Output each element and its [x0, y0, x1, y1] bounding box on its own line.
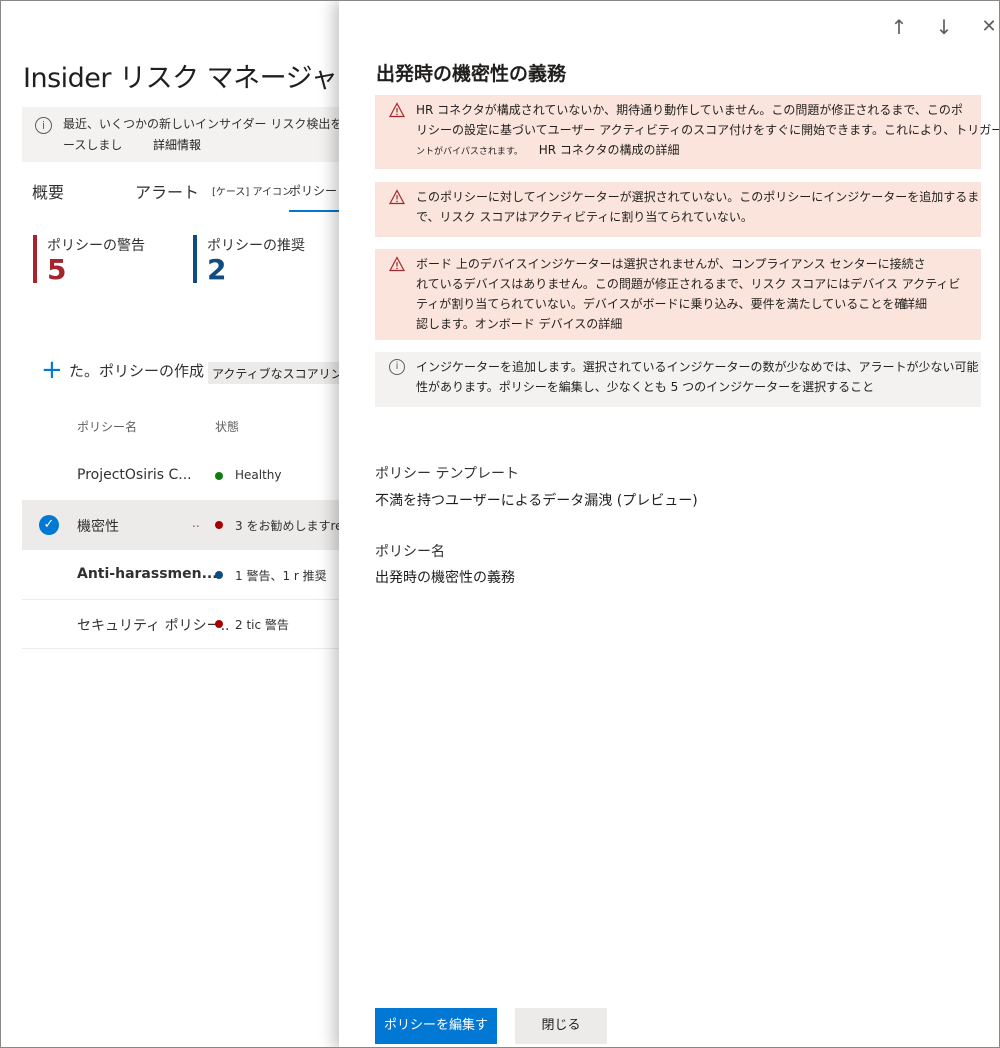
policy-template-label: ポリシー テンプレート — [375, 466, 520, 482]
tab-overview[interactable]: 概要 — [32, 179, 64, 203]
warning-icon — [389, 102, 405, 118]
policy-name-label: ポリシー名 — [375, 544, 445, 560]
policy-name: 機密性 — [77, 519, 119, 535]
arrow-down-icon[interactable]: ↓ — [930, 13, 958, 41]
warning-text: で、リスク スコアはアクティビティに割り当てられていない。 — [416, 210, 753, 224]
column-header-status[interactable]: 状態 — [215, 418, 239, 435]
kpi-bar — [193, 235, 197, 283]
policy-status: 1 警告、1 r 推奨 — [235, 569, 327, 583]
policy-name-value: 出発時の機密性の義務 — [375, 570, 515, 586]
warning-text: リシーの設定に基づいてユーザー アクティビティのスコア付けをすぐに開始できます。… — [416, 123, 1000, 137]
close-button[interactable]: 閉じる — [515, 1008, 607, 1044]
close-icon[interactable]: ✕ — [975, 13, 999, 41]
warning-text: このポリシーに対してインジケーターが選択されていない。このポリシーにインジケータ… — [416, 190, 980, 204]
warning-icon — [389, 189, 405, 205]
page-title: Insider リスク マネージャー — [23, 63, 364, 94]
device-learn-more-link[interactable]: 詳細 — [903, 294, 927, 314]
policy-name: Anti-harassmen... — [77, 566, 218, 582]
kpi-label: ポリシーの警告 — [47, 238, 145, 254]
learn-more-link[interactable]: 詳細情報 — [153, 136, 201, 153]
tab-selected-indicator — [289, 210, 341, 212]
tab-alerts[interactable]: アラート — [135, 179, 199, 203]
hr-connector-learn-more-link[interactable]: HR コネクタの構成の詳細 — [539, 143, 680, 157]
column-header-policy-name[interactable]: ポリシー名 — [77, 418, 137, 435]
kpi-bar — [33, 235, 37, 283]
insider-risk-page: Insider リスク マネージャー i 最近、いくつかの新しいインサイダー リ… — [1, 1, 423, 1047]
arrow-up-icon[interactable]: ↑ — [885, 13, 913, 41]
panel-title: 出発時の機密性の義務 — [376, 63, 567, 85]
warning-icon — [389, 256, 405, 272]
create-policy-label: た。ポリシーの作成 — [69, 362, 205, 380]
warning-text: ントがバイパスされます。 — [416, 147, 523, 157]
warning-text: れているデバイスはありません。この問題が修正されるまで、リスク スコアにはデバイ… — [416, 277, 961, 291]
status-dot — [215, 521, 223, 529]
policy-name: セキュリティ ポリシー.. — [77, 618, 230, 634]
kpi-value: 5 — [47, 253, 67, 286]
warning-device-indicators: ボード 上のデバイスインジケーターは選択されませんが、コンプライアンス センター… — [375, 249, 981, 340]
table-row-selected[interactable]: ✓ 機密性 .. 3 をお勧めしますrec — [22, 500, 349, 550]
info-banner-text: 最近、いくつかの新しいインサイダー リスク検出をリリ — [63, 117, 367, 131]
info-icon: i — [389, 359, 405, 375]
info-add-indicators: i インジケーターを追加します。選択されているインジケーターの数が少なめでは、ア… — [375, 352, 981, 407]
checkmark-icon[interactable]: ✓ — [39, 515, 59, 535]
tab-cases[interactable]: [ケース] アイコン — [212, 183, 292, 198]
tab-policies[interactable]: ポリシー — [289, 182, 337, 199]
info-text: 性があります。ポリシーを編集し、少なくとも 5 つのインジケーターを選択すること — [416, 380, 875, 394]
policy-details-panel: ↑ ↓ ✕ 出発時の機密性の義務 HR コネクタが構成されていないか、期待通り動… — [339, 1, 1000, 1047]
info-banner: i 最近、いくつかの新しいインサイダー リスク検出をリリ ースしまし 詳細情報 — [22, 107, 366, 162]
warning-text: ボード 上のデバイスインジケーターは選択されませんが、コンプライアンス センター… — [416, 257, 926, 271]
status-dot — [215, 571, 223, 579]
status-dot — [215, 620, 223, 628]
kpi-label: ポリシーの推奨 — [207, 238, 305, 254]
policy-template-value: 不満を持つユーザーによるデータ漏洩 (プレビュー) — [375, 493, 698, 509]
plus-icon: + — [41, 355, 63, 385]
edit-policy-button[interactable]: ポリシーを編集す — [375, 1008, 497, 1044]
warning-hr-connector: HR コネクタが構成されていないか、期待通り動作していません。この問題が修正され… — [375, 95, 1000, 169]
table-row[interactable]: ProjectOsiris C... Healthy — [22, 451, 342, 501]
policy-name: ProjectOsiris C... — [77, 467, 192, 483]
warning-text: ティが割り当てられていない。デバイスがボードに乗り込み、要件を満たしていることを… — [416, 297, 907, 311]
more-ellipsis[interactable]: .. — [192, 516, 200, 530]
policy-status: 3 をお勧めしますrec — [235, 519, 350, 533]
info-text: インジケーターを追加します。選択されているインジケーターの数が少なめでは、アラー… — [416, 360, 979, 374]
policy-status: 2 tic 警告 — [235, 618, 289, 632]
info-banner-text-line2: ースしまし — [63, 138, 123, 152]
kpi-value: 2 — [207, 253, 227, 286]
table-row[interactable]: Anti-harassmen... 1 警告、1 r 推奨 — [22, 550, 342, 600]
status-dot — [215, 472, 223, 480]
warning-no-indicators: このポリシーに対してインジケーターが選択されていない。このポリシーにインジケータ… — [375, 182, 981, 237]
onboard-devices-link[interactable]: 認します。オンボード デバイスの詳細 — [416, 314, 961, 334]
info-icon: i — [35, 117, 52, 134]
window-frame: Insider リスク マネージャー i 最近、いくつかの新しいインサイダー リ… — [0, 0, 1000, 1048]
warning-text: HR コネクタが構成されていないか、期待通り動作していません。この問題が修正され… — [416, 103, 963, 117]
policy-status: Healthy — [235, 468, 282, 482]
table-row[interactable]: セキュリティ ポリシー.. 2 tic 警告 — [22, 599, 342, 649]
